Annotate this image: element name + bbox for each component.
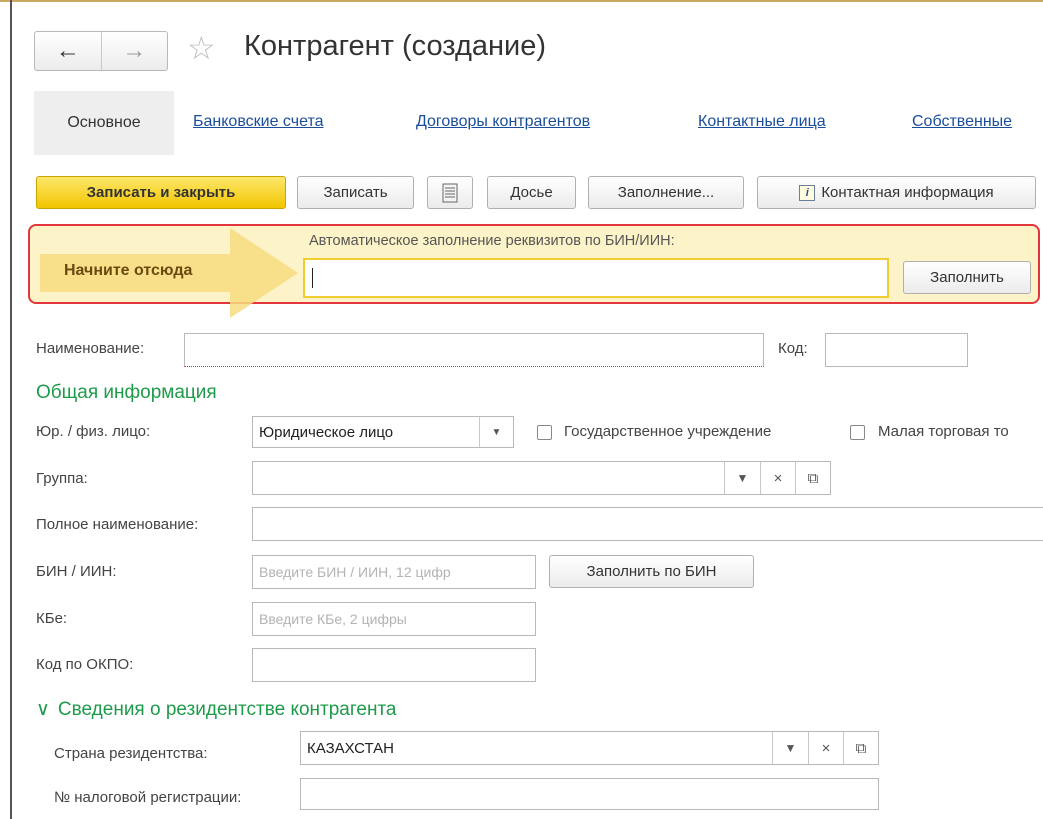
kbe-label: КБе: — [36, 610, 68, 627]
section-general-info: Общая информация — [36, 382, 217, 403]
autofill-bin-input[interactable] — [303, 258, 889, 298]
chevron-down-icon[interactable]: ▼ — [724, 462, 760, 494]
code-input[interactable] — [825, 333, 968, 367]
save-button[interactable]: Записать — [297, 176, 414, 209]
autofill-fill-button[interactable]: Заполнить — [903, 261, 1031, 294]
full-name-label: Полное наименование: — [36, 516, 199, 533]
dossier-button[interactable]: Досье — [487, 176, 576, 209]
favorite-star-icon[interactable]: ☆ — [187, 29, 216, 67]
chevron-down-icon[interactable]: ▼ — [772, 732, 808, 764]
legal-type-select[interactable]: Юридическое лицо ▼ — [252, 416, 514, 448]
gov-institution-label: Государственное учреждение — [564, 423, 772, 440]
start-here-label: Начните отсюда — [64, 262, 193, 279]
residency-country-input[interactable]: КАЗАХСТАН ▼ × ⧉ — [300, 731, 879, 765]
open-icon[interactable]: ⧉ — [843, 732, 878, 764]
gov-institution-checkbox[interactable] — [537, 425, 552, 440]
small-trade-label: Малая торговая то — [878, 423, 1009, 440]
page-title: Контрагент (создание) — [244, 30, 546, 62]
okpo-input[interactable] — [252, 648, 536, 682]
chevron-down-icon: ∨ — [36, 699, 50, 720]
clear-icon[interactable]: × — [808, 732, 843, 764]
info-icon: i — [799, 184, 816, 201]
contact-info-label: Контактная информация — [821, 184, 994, 201]
group-input[interactable]: ▼ × ⧉ — [252, 461, 831, 495]
name-input[interactable] — [184, 333, 764, 367]
legal-type-label: Юр. / физ. лицо: — [36, 423, 151, 440]
save-and-close-button[interactable]: Записать и закрыть — [36, 176, 286, 209]
contact-info-button[interactable]: i Контактная информация — [757, 176, 1036, 209]
fill-by-bin-button[interactable]: Заполнить по БИН — [549, 555, 754, 588]
tab-contact-persons[interactable]: Контактные лица — [698, 113, 826, 131]
tab-main[interactable]: Основное — [34, 91, 174, 155]
bin-placeholder: Введите БИН / ИИН, 12 цифр — [259, 564, 451, 580]
bin-label: БИН / ИИН: — [36, 563, 117, 580]
kbe-placeholder: Введите КБе, 2 цифры — [259, 611, 407, 627]
small-trade-checkbox[interactable] — [850, 425, 865, 440]
bin-input[interactable]: Введите БИН / ИИН, 12 цифр — [252, 555, 536, 589]
chevron-down-icon[interactable]: ▼ — [479, 417, 513, 447]
autofill-label: Автоматическое заполнение реквизитов по … — [309, 233, 675, 249]
navigation-buttons: ← → — [34, 31, 168, 71]
okpo-label: Код по ОКПО: — [36, 656, 134, 673]
tab-bank-accounts[interactable]: Банковские счета — [193, 113, 323, 131]
tax-reg-input[interactable] — [300, 778, 879, 810]
section-residency[interactable]: ∨ Сведения о резидентстве контрагента — [36, 698, 397, 721]
tab-contracts[interactable]: Договоры контрагентов — [416, 113, 590, 131]
residency-country-label: Страна резидентства: — [54, 745, 208, 762]
name-label: Наименование: — [36, 340, 145, 357]
document-list-icon — [442, 183, 458, 202]
window-frame-top — [0, 0, 1043, 2]
text-caret — [312, 268, 313, 288]
code-label: Код: — [778, 340, 808, 357]
legal-type-value: Юридическое лицо — [259, 423, 394, 441]
kbe-input[interactable]: Введите КБе, 2 цифры — [252, 602, 536, 636]
back-arrow-icon[interactable]: ← — [35, 32, 101, 70]
tab-own[interactable]: Собственные — [912, 113, 1043, 131]
window-frame-left — [10, 0, 12, 819]
group-label: Группа: — [36, 470, 88, 487]
report-menu-button[interactable] — [427, 176, 473, 209]
forward-arrow-icon[interactable]: → — [100, 32, 168, 70]
full-name-input[interactable] — [252, 507, 1043, 541]
section-residency-title: Сведения о резидентстве контрагента — [57, 699, 397, 720]
clear-icon[interactable]: × — [760, 462, 795, 494]
open-icon[interactable]: ⧉ — [795, 462, 830, 494]
fill-menu-button[interactable]: Заполнение... — [588, 176, 744, 209]
tax-reg-label: № налоговой регистрации: — [54, 789, 242, 806]
